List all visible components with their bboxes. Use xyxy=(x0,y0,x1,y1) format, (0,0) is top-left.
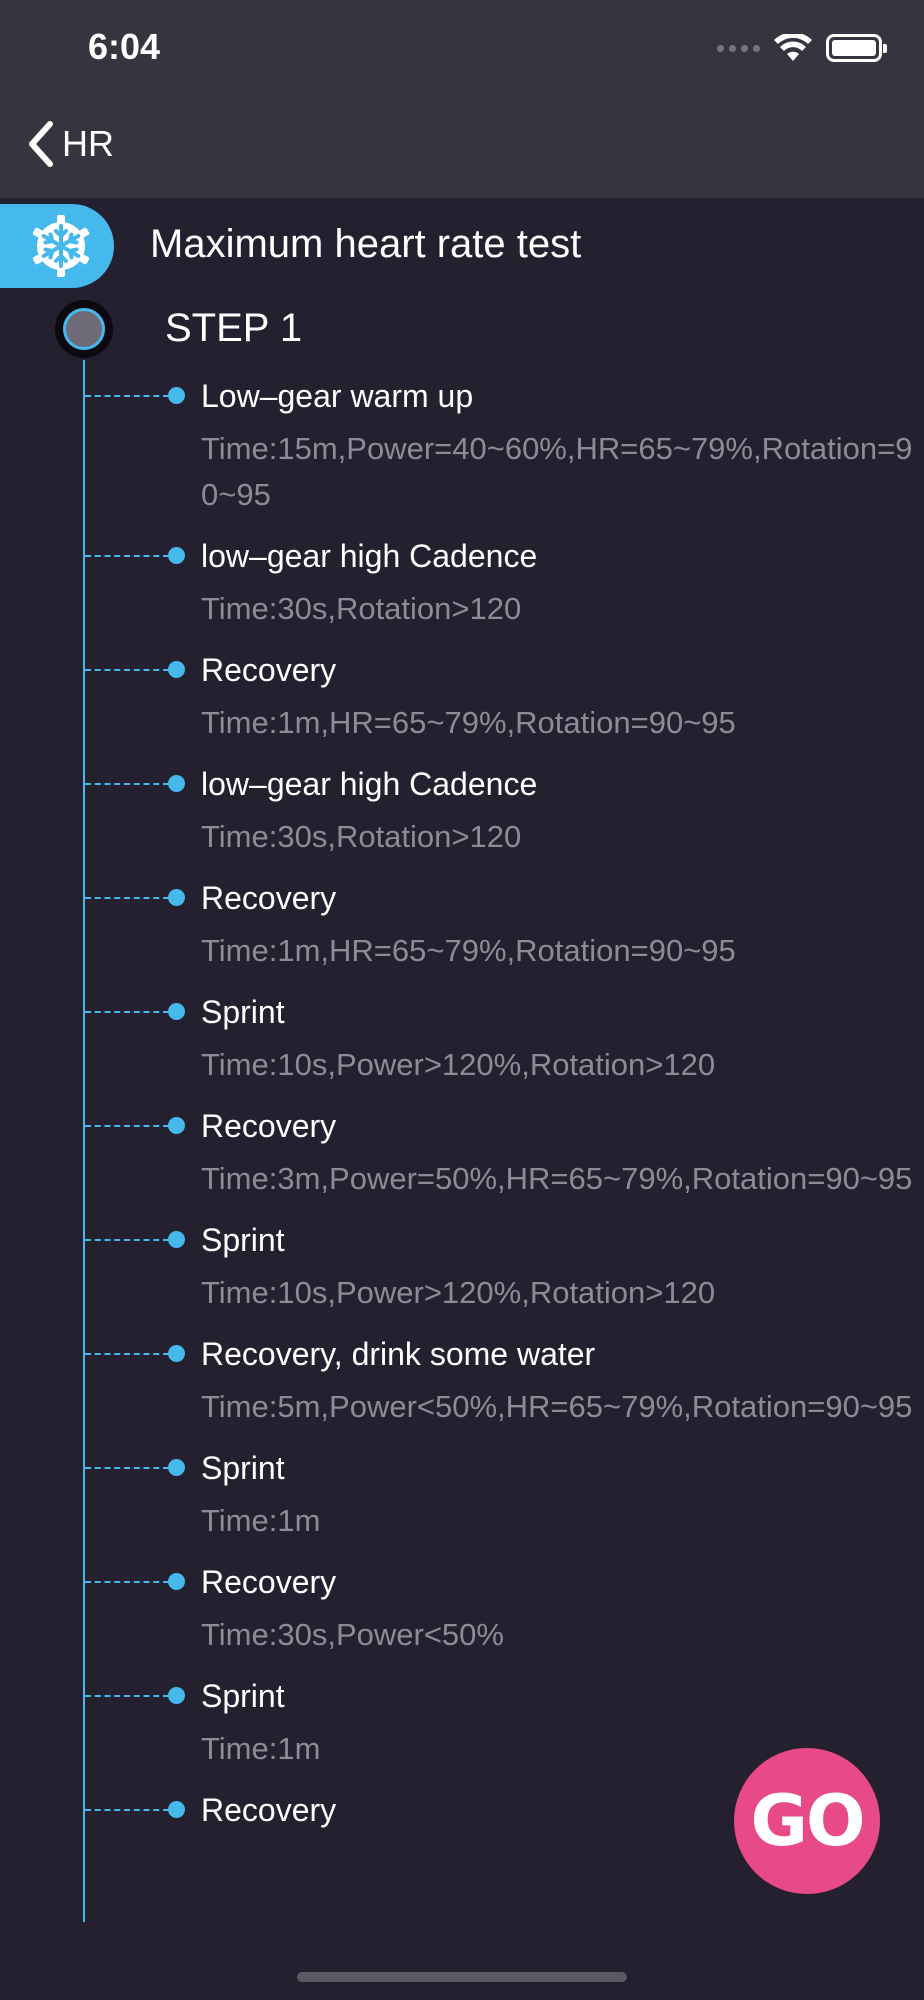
dashed-connector xyxy=(85,1239,169,1241)
dashed-connector xyxy=(85,1581,169,1583)
list-item: Sprint Time:10s,Power>120%,Rotation>120 xyxy=(0,986,924,1100)
step-name: Recovery xyxy=(201,880,337,916)
bullet-dot xyxy=(168,775,185,792)
status-time: 6:04 xyxy=(88,26,161,67)
step-name: low–gear high Cadence xyxy=(201,538,538,574)
step-detail: Time:15m,Power=40~60%,HR=65~79%,Rotation… xyxy=(201,431,913,512)
list-item: low–gear high Cadence Time:30s,Rotation>1… xyxy=(0,530,924,644)
dashed-connector xyxy=(85,783,169,785)
step-detail: Time:1m,HR=65~79%,Rotation=90~95 xyxy=(201,933,736,968)
back-label: HR xyxy=(62,123,114,164)
back-button[interactable]: HR xyxy=(26,120,114,168)
go-label: GO xyxy=(750,1780,866,1862)
bullet-dot xyxy=(168,1687,185,1704)
test-title: Maximum heart rate test xyxy=(150,222,582,266)
go-button[interactable]: GO xyxy=(734,1748,880,1894)
step-detail: Time:1m,HR=65~79%,Rotation=90~95 xyxy=(201,705,736,740)
dashed-connector xyxy=(85,555,169,557)
bullet-dot xyxy=(168,1117,185,1134)
bullet-dot xyxy=(168,889,185,906)
step-detail: Time:30s,Power<50% xyxy=(201,1617,504,1652)
wifi-icon xyxy=(774,34,812,61)
step-detail: Time:30s,Rotation>120 xyxy=(201,591,522,626)
step-name: low–gear high Cadence xyxy=(201,766,538,802)
status-icons xyxy=(717,34,887,62)
step-detail: Time:1m xyxy=(201,1503,321,1538)
dashed-connector xyxy=(85,1467,169,1469)
step-name: Recovery xyxy=(201,1108,337,1144)
cellular-signal-icon xyxy=(717,44,760,52)
home-indicator xyxy=(297,1972,627,1982)
bullet-dot xyxy=(168,547,185,564)
dashed-connector xyxy=(85,669,169,671)
dashed-connector xyxy=(85,1011,169,1013)
step-detail: Time:3m,Power=50%,HR=65~79%,Rotation=90~… xyxy=(201,1161,913,1196)
list-item: low–gear high Cadence Time:30s,Rotation>1… xyxy=(0,758,924,872)
bullet-dot xyxy=(168,661,185,678)
step-label: STEP 1 xyxy=(165,306,303,350)
list-item: Recovery Time:3m,Power=50%,HR=65~79%,Rota… xyxy=(0,1100,924,1214)
step-marker xyxy=(55,300,113,358)
list-item: Sprint Time:1m xyxy=(0,1442,924,1556)
step-detail: Time:30s,Rotation>120 xyxy=(201,819,522,854)
step-detail: Time:5m,Power<50%,HR=65~79%,Rotation=90~… xyxy=(201,1389,913,1424)
step-name: Sprint xyxy=(201,1678,285,1714)
step-name: Sprint xyxy=(201,994,285,1030)
step-name: Sprint xyxy=(201,1450,285,1486)
test-header: Maximum heart rate test xyxy=(0,204,924,288)
top-bar: 6:04 HR xyxy=(0,0,924,198)
bullet-dot xyxy=(168,1459,185,1476)
dashed-connector xyxy=(85,897,169,899)
list-item: Recovery Time:1m,HR=65~79%,Rotation=90~95 xyxy=(0,644,924,758)
step-name: Recovery xyxy=(201,652,337,688)
battery-icon xyxy=(826,34,887,62)
bullet-dot xyxy=(168,1801,185,1818)
step-list: Low–gear warm up Time:15m,Power=40~60%,HR… xyxy=(0,370,924,1836)
step-name: Recovery, drink some water xyxy=(201,1336,596,1372)
list-item: Low–gear warm up Time:15m,Power=40~60%,HR… xyxy=(0,370,924,530)
bullet-dot xyxy=(168,387,185,404)
chevron-left-icon xyxy=(29,121,53,167)
step-detail: Time:10s,Power>120%,Rotation>120 xyxy=(201,1275,716,1310)
dashed-connector xyxy=(85,1809,169,1811)
dashed-connector xyxy=(85,1353,169,1355)
step-name: Low–gear warm up xyxy=(201,378,474,414)
step-detail: Time:10s,Power>120%,Rotation>120 xyxy=(201,1047,716,1082)
snowflake-icon xyxy=(32,215,90,277)
step-name: Recovery xyxy=(201,1564,337,1600)
dashed-connector xyxy=(85,395,169,397)
dashed-connector xyxy=(85,1695,169,1697)
bullet-dot xyxy=(168,1345,185,1362)
list-item: Recovery, drink some water Time:5m,Power<… xyxy=(0,1328,924,1442)
list-item: Recovery Time:1m,HR=65~79%,Rotation=90~95 xyxy=(0,872,924,986)
list-item: Recovery Time:30s,Power<50% xyxy=(0,1556,924,1670)
list-item: Sprint Time:10s,Power>120%,Rotation>120 xyxy=(0,1214,924,1328)
step-name: Sprint xyxy=(201,1222,285,1258)
bullet-dot xyxy=(168,1003,185,1020)
test-icon-badge xyxy=(0,204,114,288)
bullet-dot xyxy=(168,1573,185,1590)
bullet-dot xyxy=(168,1231,185,1248)
dashed-connector xyxy=(85,1125,169,1127)
